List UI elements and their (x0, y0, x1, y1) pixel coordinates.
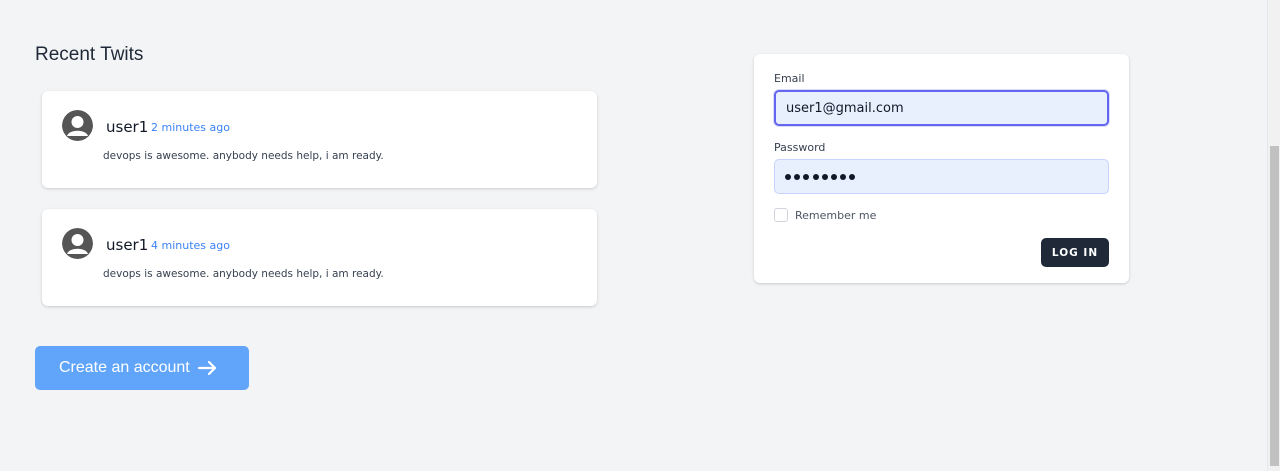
password-dot (794, 173, 801, 180)
password-dot (849, 173, 856, 180)
twit-text: devops is awesome. anybody needs help, i… (103, 268, 384, 280)
twit-text: devops is awesome. anybody needs help, i… (103, 150, 384, 162)
page: Recent Twits user1 2 minutes ago devops … (0, 0, 1280, 471)
twit-timestamp: 2 minutes ago (151, 121, 230, 134)
scrollbar-thumb[interactable] (1270, 146, 1279, 466)
password-dot (821, 173, 828, 180)
page-scrollbar[interactable] (1267, 0, 1280, 471)
user-avatar-icon (62, 110, 93, 141)
twit-username[interactable]: user1 (106, 118, 148, 136)
password-mask (785, 173, 856, 180)
password-field[interactable] (774, 159, 1109, 194)
password-dot (812, 173, 819, 180)
password-dot (785, 173, 791, 180)
remember-me-row: Remember me (774, 208, 876, 222)
arrow-right-icon (197, 360, 218, 376)
create-account-label: Create an account (59, 359, 190, 376)
create-account-button[interactable]: Create an account (35, 346, 249, 390)
user-avatar-icon (62, 228, 93, 259)
email-field[interactable]: user1@gmail.com (774, 90, 1109, 126)
remember-me-checkbox[interactable] (774, 208, 788, 222)
remember-me-label[interactable]: Remember me (795, 209, 876, 222)
password-dot (830, 173, 837, 180)
twit-timestamp: 4 minutes ago (151, 239, 230, 252)
password-label: Password (774, 141, 826, 154)
login-button[interactable]: LOG IN (1041, 238, 1109, 267)
recent-twits-heading: Recent Twits (35, 44, 144, 65)
login-form: Email user1@gmail.com Password Remember … (754, 54, 1129, 283)
email-label: Email (774, 72, 805, 85)
twit-card: user1 4 minutes ago devops is awesome. a… (42, 209, 597, 306)
password-dot (840, 173, 847, 180)
password-dot (803, 173, 810, 180)
twit-username[interactable]: user1 (106, 236, 148, 254)
twit-card: user1 2 minutes ago devops is awesome. a… (42, 91, 597, 188)
